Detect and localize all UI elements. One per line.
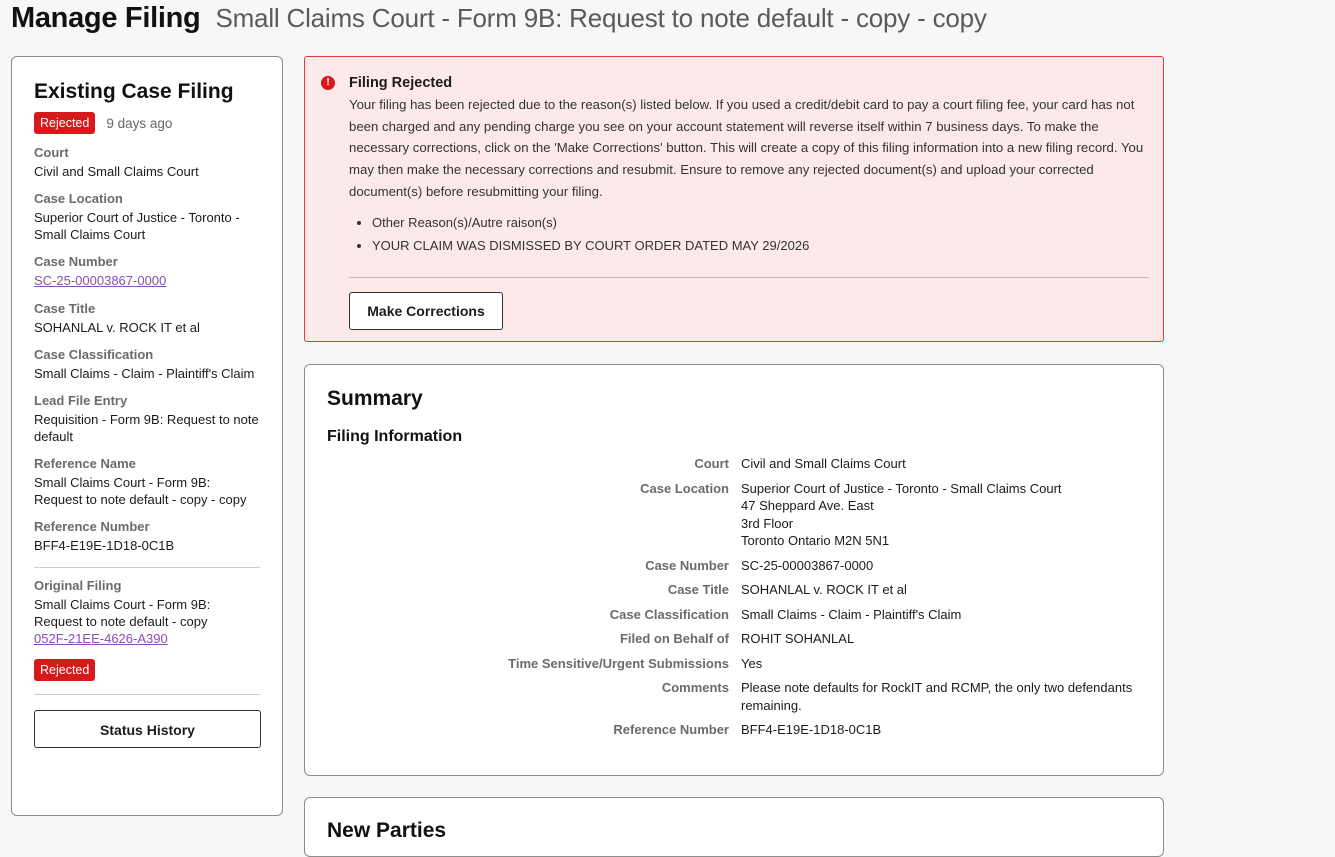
status-history-button[interactable]: Status History: [34, 710, 261, 748]
info-value-line: Toronto Ontario M2N 5N1: [741, 533, 890, 548]
info-value-line: Civil and Small Claims Court: [741, 456, 906, 471]
rejection-reasons: Other Reason(s)/Autre raison(s) YOUR CLA…: [349, 211, 1151, 257]
info-value: SC-25-00003867-0000: [741, 557, 1151, 575]
field-court: Court Civil and Small Claims Court: [34, 144, 260, 180]
field-lead-file-entry: Lead File Entry Requisition - Form 9B: R…: [34, 392, 260, 445]
field-value: Superior Court of Justice - Toronto - Sm…: [34, 210, 240, 242]
alert-icon: !: [321, 76, 335, 90]
info-value: Yes: [741, 655, 1151, 673]
field-label: Lead File Entry: [34, 393, 128, 408]
field-label: Case Location: [34, 191, 123, 206]
divider: [34, 694, 260, 695]
alert-body: Filing Rejected Your filing has been rej…: [349, 73, 1151, 330]
info-label: Case Location: [640, 480, 729, 496]
info-label: Time Sensitive/Urgent Submissions: [508, 655, 729, 671]
field-case-location: Case Location Superior Court of Justice …: [34, 190, 260, 243]
info-row: Comments Please note defaults for RockIT…: [305, 679, 1163, 714]
info-value-line: SC-25-00003867-0000: [741, 557, 874, 573]
status-row: Rejected 9 days ago: [34, 112, 260, 134]
info-row: Filed on Behalf of ROHIT SOHANLAL: [305, 630, 1163, 648]
field-reference-name: Reference Name Small Claims Court - Form…: [34, 455, 260, 508]
info-label: Comments: [661, 680, 729, 695]
info-value-line: Please note defaults for RockIT and RCMP…: [741, 680, 1133, 713]
info-value-line: Small Claims - Claim - Plaintiff's Claim: [741, 606, 962, 622]
info-value-line: Superior Court of Justice - Toronto - Sm…: [741, 480, 1062, 496]
field-case-number: Case Number SC-25-00003867-0000: [34, 253, 260, 290]
info-label: Court: [694, 456, 729, 471]
list-item: Other Reason(s)/Autre raison(s): [372, 211, 1151, 234]
page-header: Manage Filing Small Claims Court - Form …: [11, 2, 987, 35]
info-row: Case Classification Small Claims - Claim…: [305, 606, 1163, 624]
info-label: Filed on Behalf of: [619, 631, 729, 646]
field-label: Case Title: [34, 301, 96, 316]
filing-information-table: Court Civil and Small Claims Court Case …: [305, 455, 1163, 746]
info-row: Reference Number BFF4-E19E-1D18-0C1B: [305, 721, 1163, 739]
info-label: Case Number: [645, 557, 729, 573]
field-label: Original Filing: [34, 578, 122, 593]
field-value: SOHANLAL v. ROCK IT et al: [34, 320, 200, 335]
info-value: Civil and Small Claims Court: [741, 455, 1151, 473]
info-label: Case Classification: [609, 606, 729, 622]
field-case-classification: Case Classification Small Claims - Claim…: [34, 346, 260, 382]
divider: [349, 276, 1149, 278]
summary-card: Summary Filing Information Court Civil a…: [304, 364, 1164, 776]
filing-information-title: Filing Information: [327, 428, 463, 445]
info-row: Court Civil and Small Claims Court: [305, 455, 1163, 473]
info-value: Small Claims - Claim - Plaintiff's Claim: [741, 606, 1151, 624]
filing-rejected-alert: ! Filing Rejected Your filing has been r…: [304, 56, 1164, 342]
summary-title: Summary: [327, 387, 423, 410]
field-value: Civil and Small Claims Court: [34, 164, 199, 179]
alert-title: Filing Rejected: [349, 75, 453, 91]
info-value-line: 47 Sheppard Ave. East: [741, 498, 874, 513]
info-value-line: BFF4-E19E-1D18-0C1B: [741, 722, 882, 737]
original-status: Rejected: [34, 659, 260, 681]
status-timestamp: 9 days ago: [106, 115, 173, 131]
page-title: Manage Filing: [11, 2, 201, 34]
field-value: BFF4-E19E-1D18-0C1B: [34, 538, 175, 553]
page-subtitle: Small Claims Court - Form 9B: Request to…: [215, 3, 987, 33]
field-label: Court: [34, 145, 69, 160]
status-badge: Rejected: [34, 659, 96, 681]
new-parties-title: New Parties: [327, 819, 447, 842]
info-value-line: ROHIT SOHANLAL: [741, 631, 855, 646]
make-corrections-button[interactable]: Make Corrections: [349, 291, 503, 330]
field-value: Requisition - Form 9B: Request to note d…: [34, 412, 259, 444]
field-value: Small Claims Court - Form 9B: Request to…: [34, 597, 211, 629]
info-row: Case Title SOHANLAL v. ROCK IT et al: [305, 581, 1163, 599]
case-number-link[interactable]: SC-25-00003867-0000: [34, 272, 166, 289]
field-reference-number: Reference Number BFF4-E19E-1D18-0C1B: [34, 518, 260, 554]
field-original-filing: Original Filing Small Claims Court - For…: [34, 577, 260, 648]
info-row: Time Sensitive/Urgent Submissions Yes: [305, 655, 1163, 673]
divider: [34, 567, 260, 568]
status-badge: Rejected: [34, 112, 96, 134]
info-label: Case Title: [667, 582, 729, 597]
info-value: Please note defaults for RockIT and RCMP…: [741, 679, 1151, 714]
info-row: Case Location Superior Court of Justice …: [305, 480, 1163, 550]
field-label: Reference Number: [34, 519, 150, 534]
info-value: BFF4-E19E-1D18-0C1B: [741, 721, 1151, 739]
info-value-line: SOHANLAL v. ROCK IT et al: [741, 582, 907, 597]
field-label: Case Classification: [34, 347, 154, 362]
field-case-title: Case Title SOHANLAL v. ROCK IT et al: [34, 300, 260, 336]
alert-message: Your filing has been rejected due to the…: [349, 97, 1144, 199]
list-item: YOUR CLAIM WAS DISMISSED BY COURT ORDER …: [372, 234, 1151, 257]
info-row: Case Number SC-25-00003867-0000: [305, 557, 1163, 575]
info-value: ROHIT SOHANLAL: [741, 630, 1151, 648]
info-value-line: Yes: [741, 655, 763, 671]
field-value: Small Claims - Claim - Plaintiff's Claim: [34, 366, 255, 381]
info-value: Superior Court of Justice - Toronto - Sm…: [741, 480, 1151, 550]
existing-case-filing-card: Existing Case Filing Rejected 9 days ago…: [11, 56, 283, 816]
info-value-line: 3rd Floor: [741, 515, 794, 531]
field-value: Small Claims Court - Form 9B: Request to…: [34, 475, 247, 507]
new-parties-card: New Parties: [304, 797, 1164, 857]
info-value: SOHANLAL v. ROCK IT et al: [741, 581, 1151, 599]
card-title: Existing Case Filing: [34, 80, 234, 103]
info-label: Reference Number: [613, 722, 729, 737]
field-label: Reference Name: [34, 456, 136, 471]
field-label: Case Number: [34, 254, 118, 269]
original-filing-link[interactable]: 052F-21EE-4626-A390: [34, 630, 168, 647]
